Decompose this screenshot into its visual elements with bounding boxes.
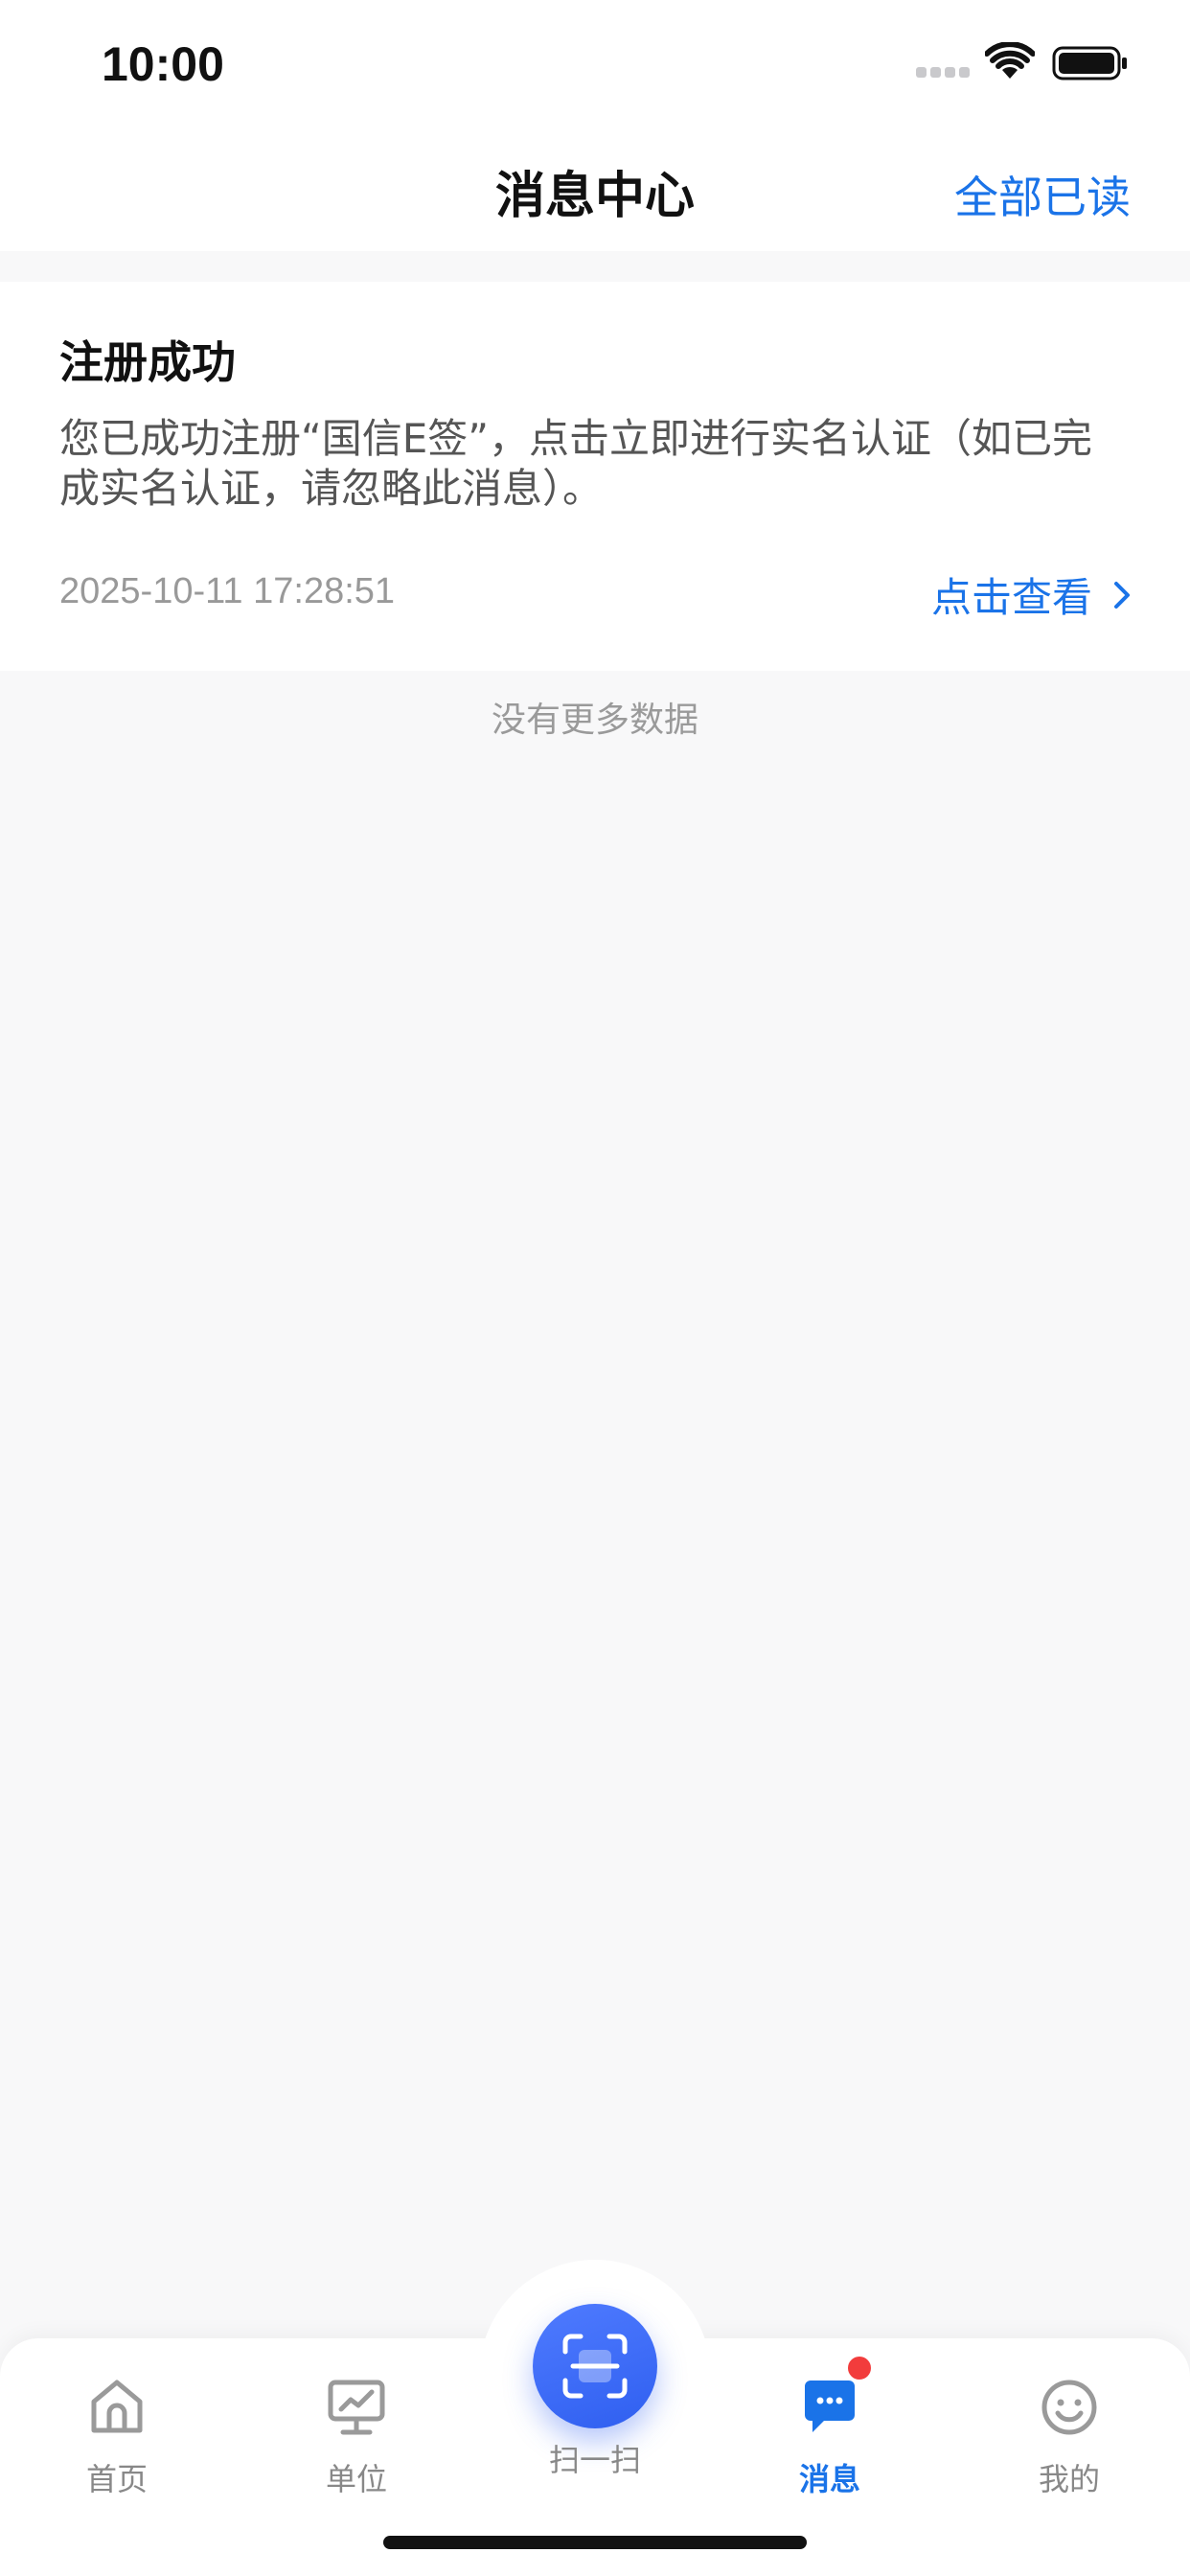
monitor-chart-icon [328, 2380, 385, 2435]
list-end-text: 没有更多数据 [491, 701, 698, 740]
view-message-button[interactable]: 点击查看 [931, 565, 1131, 624]
message-title: 注册成功 [59, 336, 236, 388]
scan-button[interactable] [533, 2304, 657, 2428]
chevron-right-icon [1114, 581, 1130, 609]
tab-profile[interactable]: 我的 [983, 2358, 1156, 2501]
nav-bar: 消息中心 全部已读 [0, 134, 1190, 251]
status-time: 10:00 [102, 37, 224, 91]
scan-icon [562, 2334, 628, 2399]
tab-home-label: 首页 [85, 2461, 148, 2497]
tab-messages-label: 消息 [798, 2461, 860, 2497]
wifi-icon [985, 42, 1035, 79]
tab-unit-label: 单位 [325, 2461, 387, 2497]
tab-unit[interactable]: 单位 [270, 2358, 443, 2501]
tab-scan-label: 扫一扫 [548, 2442, 641, 2478]
tab-profile-label: 我的 [1038, 2461, 1100, 2497]
notification-badge [845, 2354, 874, 2382]
message-card[interactable]: 注册成功 您已成功注册“国信E签”，点击立即进行实名认证（如已完成实名认证，请忽… [0, 282, 1190, 671]
home-indicator [383, 2536, 807, 2549]
home-icon [91, 2380, 143, 2433]
section-gap [0, 251, 1190, 282]
tab-home[interactable]: 首页 [31, 2358, 203, 2501]
message-body: 您已成功注册“国信E签”，点击立即进行实名认证（如已完成实名认证，请忽略此消息）… [59, 415, 1093, 512]
view-message-label: 点击查看 [930, 574, 1092, 621]
mark-all-read-button[interactable]: 全部已读 [954, 163, 1131, 226]
cellular-signal-icon [916, 67, 970, 80]
smiley-icon [1041, 2380, 1097, 2435]
message-timestamp: 2025-10-11 17:28:51 [59, 571, 396, 611]
tab-messages[interactable]: 消息 [744, 2358, 916, 2501]
battery-icon [1052, 46, 1127, 80]
chat-bubble-icon [805, 2380, 855, 2432]
status-bar: 10:00 [0, 0, 1190, 134]
